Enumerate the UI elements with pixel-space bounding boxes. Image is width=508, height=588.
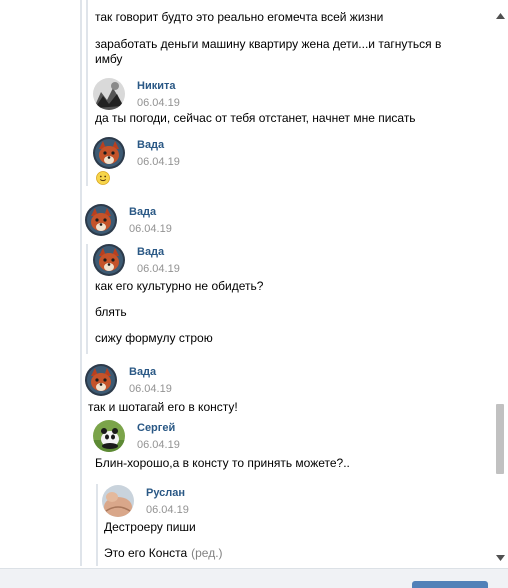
send-button[interactable] [412, 581, 488, 588]
thread-line [86, 244, 88, 354]
avatar[interactable] [93, 78, 125, 110]
thread-line [80, 0, 82, 566]
message-date[interactable]: 06.04.19 [137, 262, 180, 276]
message-text: так и шотагай его в консту! [88, 400, 238, 414]
thread-line [96, 484, 98, 566]
message-text: Это его Конста (ред.) [104, 546, 223, 561]
thread-line [86, 0, 88, 186]
slightly-smiling-face-icon [96, 171, 110, 185]
message-date[interactable]: 06.04.19 [137, 155, 180, 169]
dialog-footer [0, 568, 508, 588]
avatar[interactable] [102, 485, 134, 517]
message-author: Вада 06.04.19 [93, 244, 180, 276]
triangle-up-icon[interactable] [492, 8, 508, 24]
message-text: блять [95, 305, 127, 319]
message-text: сижу формулу строю [95, 331, 213, 345]
message-author: Вада 06.04.19 [85, 204, 172, 236]
author-name[interactable]: Вада [129, 205, 172, 219]
avatar[interactable] [85, 364, 117, 396]
triangle-down-icon[interactable] [492, 550, 508, 566]
message-author: Руслан 06.04.19 [102, 485, 189, 517]
message-date[interactable]: 06.04.19 [146, 503, 189, 517]
message-text: как его культурно не обидеть? [95, 279, 264, 293]
message-body: Это его Конста [104, 546, 188, 560]
message-text: заработать деньги машину квартиру жена д… [95, 37, 442, 66]
scrollbar-thumb[interactable] [496, 404, 504, 474]
avatar[interactable] [93, 137, 125, 169]
message-text: Блин-хорошо,а в консту то принять можете… [95, 456, 350, 470]
message-author: Сергей 06.04.19 [93, 420, 180, 452]
scrollbar[interactable] [492, 0, 508, 568]
author-name[interactable]: Сергей [137, 421, 180, 435]
message-author: Вада 06.04.19 [93, 137, 180, 169]
message-text: да ты погоди, сейчас от тебя отстанет, н… [95, 111, 416, 125]
author-name[interactable]: Руслан [146, 486, 189, 500]
edited-label[interactable]: (ред.) [191, 546, 222, 560]
message-author: Вада 06.04.19 [85, 364, 172, 396]
message-author: Никита 06.04.19 [93, 78, 180, 110]
message-date[interactable]: 06.04.19 [137, 438, 180, 452]
message-date[interactable]: 06.04.19 [129, 222, 172, 236]
author-name[interactable]: Вада [137, 245, 180, 259]
message-text: так говорит будто это реально егомечта в… [95, 10, 384, 24]
author-name[interactable]: Вада [129, 365, 172, 379]
message-text: Дестроеру пиши [104, 520, 196, 534]
avatar[interactable] [85, 204, 117, 236]
message-history: так говорит будто это реально егомечта в… [0, 0, 508, 568]
author-name[interactable]: Вада [137, 138, 180, 152]
avatar[interactable] [93, 420, 125, 452]
avatar[interactable] [93, 244, 125, 276]
message-date[interactable]: 06.04.19 [129, 382, 172, 396]
message-date[interactable]: 06.04.19 [137, 96, 180, 110]
author-name[interactable]: Никита [137, 79, 180, 93]
